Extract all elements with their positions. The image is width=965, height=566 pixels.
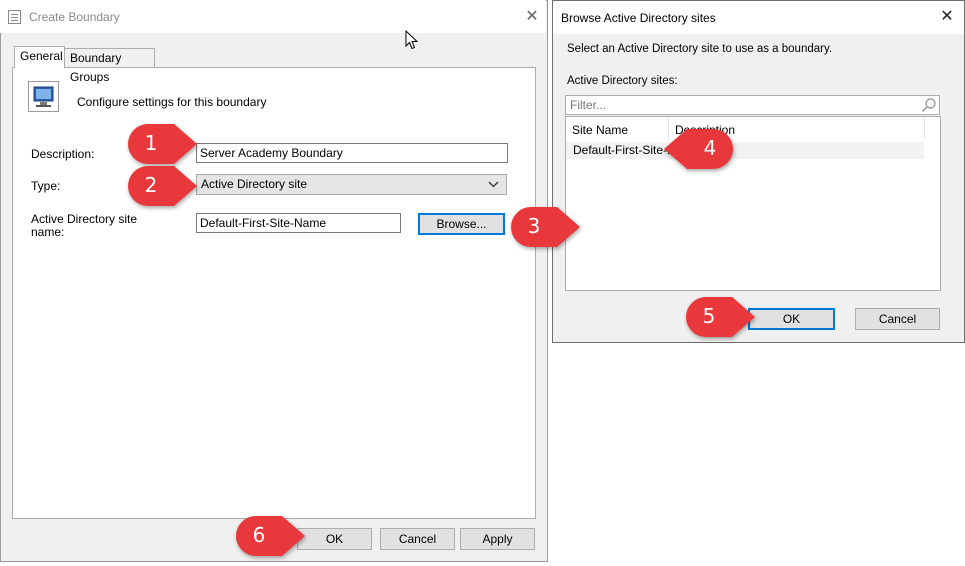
cancel-button[interactable]: Cancel: [380, 528, 455, 550]
callout-number: 4: [703, 136, 717, 160]
general-tab-panel: [12, 67, 536, 519]
type-select-value: Active Directory site: [201, 177, 308, 191]
chevron-down-icon: [488, 175, 499, 201]
ad-site-name-label-line2: name:: [31, 225, 65, 239]
browse-ok-button[interactable]: OK: [748, 308, 835, 330]
filter-text[interactable]: [568, 97, 912, 113]
close-icon[interactable]: ✕: [935, 6, 959, 28]
mouse-cursor-icon: [405, 29, 419, 53]
callout-badge-6: 6: [236, 516, 306, 556]
type-label: Type:: [31, 179, 61, 193]
callout-number: 3: [527, 214, 541, 238]
configure-settings-text: Configure settings for this boundary: [77, 95, 267, 109]
browse-button[interactable]: Browse...: [418, 213, 505, 235]
ok-button[interactable]: OK: [297, 528, 372, 550]
ad-site-name-label: Active Directory site name:: [31, 213, 137, 239]
search-icon: [921, 97, 937, 116]
close-icon[interactable]: ✕: [520, 6, 544, 28]
callout-number: 1: [144, 131, 158, 155]
callout-badge-5: 5: [686, 297, 756, 337]
tab-general[interactable]: General: [14, 46, 65, 68]
ad-site-name-field[interactable]: Default-First-Site-Name: [196, 213, 401, 233]
boundary-settings-icon: [28, 81, 59, 112]
browse-instruction: Select an Active Directory site to use a…: [567, 43, 833, 55]
browse-ad-sites-title: Browse Active Directory sites: [561, 11, 716, 25]
ad-sites-label: Active Directory sites:: [567, 75, 678, 87]
browse-cancel-button[interactable]: Cancel: [855, 308, 940, 330]
callout-badge-4: 4: [663, 129, 733, 169]
apply-button[interactable]: Apply: [460, 528, 535, 550]
callout-badge-2: 2: [128, 166, 198, 206]
description-label: Description:: [31, 147, 95, 161]
type-select[interactable]: Active Directory site: [196, 174, 507, 195]
description-field[interactable]: Server Academy Boundary: [196, 143, 508, 163]
column-header-site-name[interactable]: Site Name: [566, 117, 669, 139]
callout-number: 5: [702, 304, 716, 328]
create-boundary-title: Create Boundary: [29, 10, 120, 24]
tab-boundary-groups[interactable]: Boundary Groups: [64, 48, 155, 84]
filter-input[interactable]: [565, 95, 940, 115]
callout-number: 2: [144, 173, 158, 197]
document-icon: [8, 10, 21, 24]
callout-number: 6: [252, 523, 266, 547]
callout-badge-1: 1: [128, 124, 198, 164]
site-name-cell: Default-First-Site-...: [573, 143, 678, 157]
callout-badge-3: 3: [511, 207, 581, 247]
list-item[interactable]: Default-First-Site-...: [566, 142, 924, 159]
